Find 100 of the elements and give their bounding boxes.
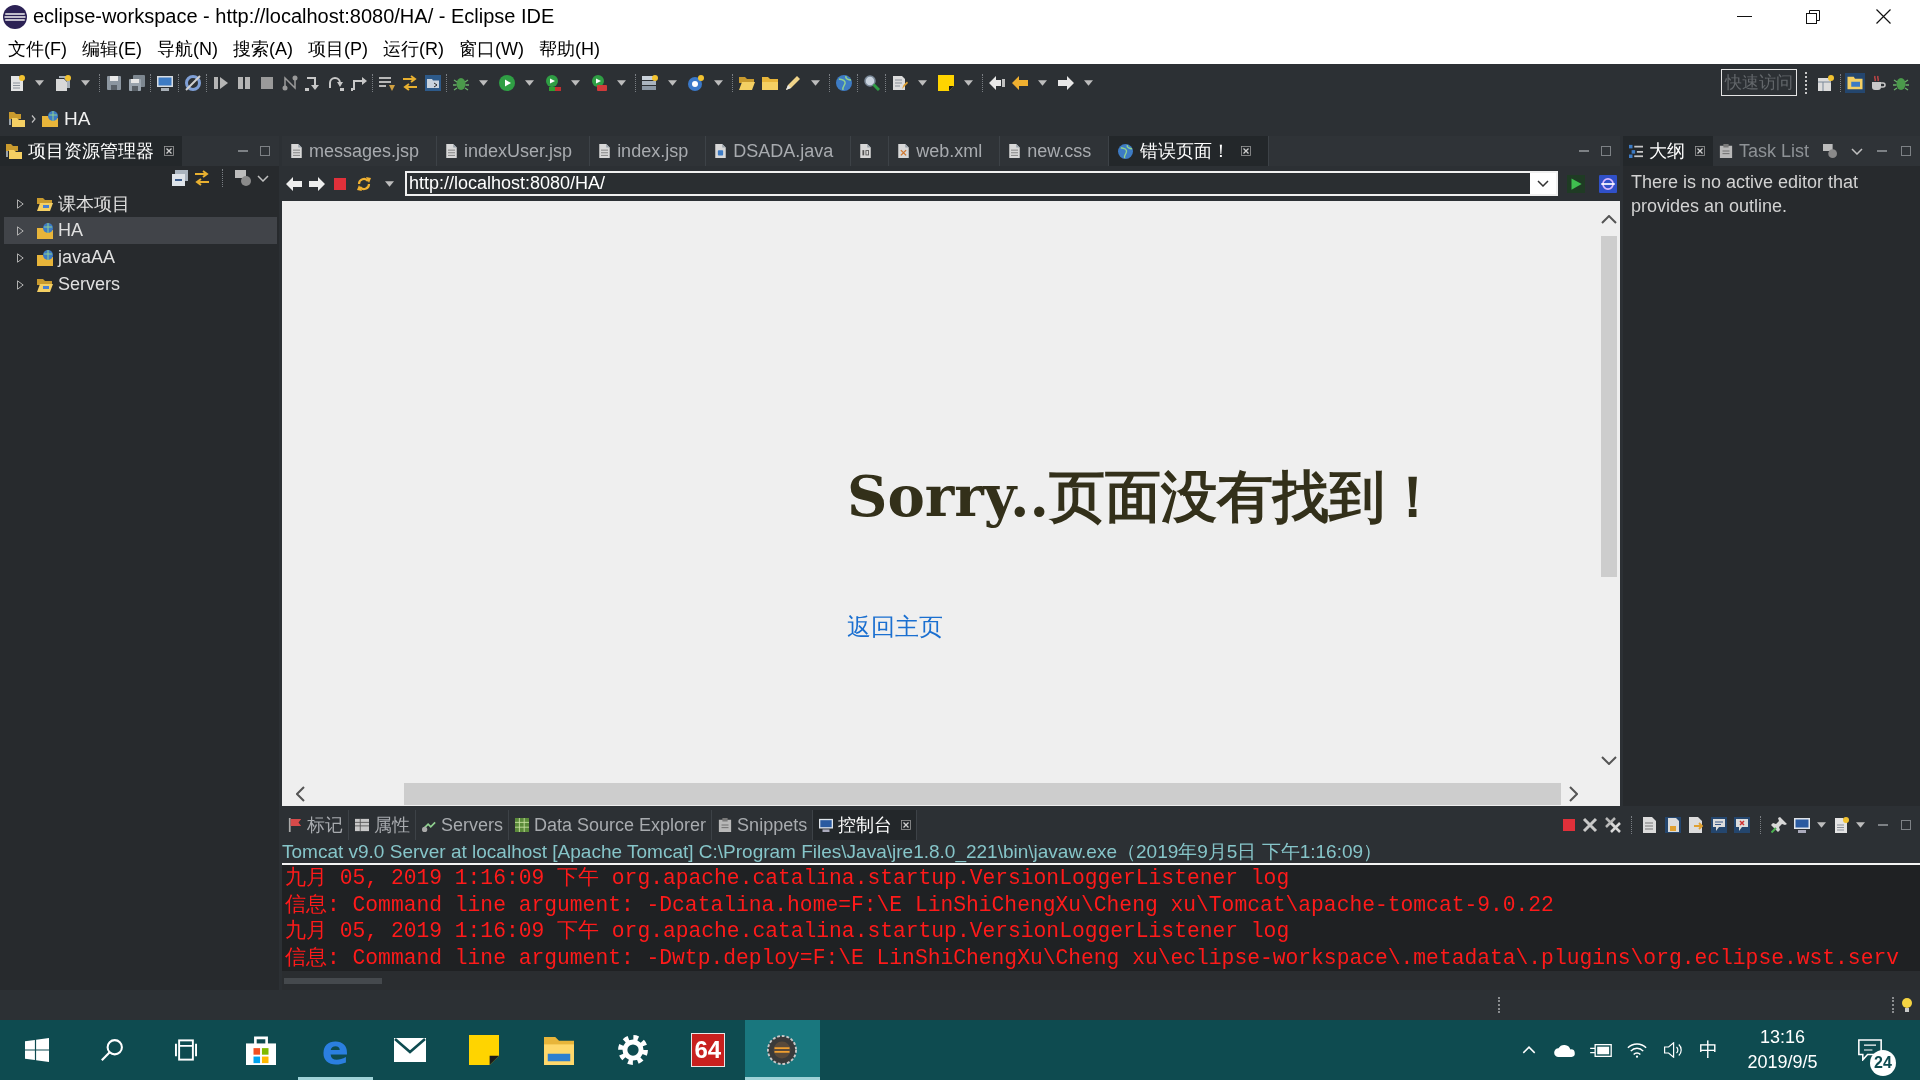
url-field[interactable]: http://localhost:8080/HA/ [405,171,1558,196]
maximize-icon[interactable] [1601,146,1611,156]
view-tab[interactable]: Task List [1713,136,1818,166]
document-square-icon[interactable] [1665,817,1681,833]
globe-icon[interactable] [835,74,852,91]
scrollbar-thumb[interactable] [1601,236,1617,577]
step-arrow-icon[interactable] [327,74,344,91]
close-icon[interactable] [1876,9,1891,24]
play-bar-icon[interactable] [212,74,229,91]
folder-stack-icon[interactable] [1844,72,1865,93]
folder-icon[interactable] [738,74,755,91]
caret-icon[interactable] [918,79,927,86]
caret-icon[interactable] [525,79,534,86]
chevron-up-icon[interactable] [1601,215,1617,224]
caret-right-icon[interactable] [17,252,24,263]
lightbulb-icon[interactable] [1902,998,1912,1012]
pause-icon[interactable] [235,74,252,91]
menu-item[interactable]: 搜索(A) [233,36,293,61]
arrow-right-icon[interactable] [309,176,325,191]
close-icon[interactable] [901,820,912,830]
document-pen-icon[interactable] [891,74,908,91]
magnifier-icon[interactable] [863,74,880,91]
speech-bubble-icon[interactable] [1711,817,1727,833]
swap-arrows-icon[interactable] [401,74,418,91]
cup-icon[interactable] [1870,74,1886,91]
shapes-icon[interactable] [235,170,251,186]
caret-icon[interactable] [81,79,90,86]
close-icon[interactable] [1695,146,1705,156]
play-circle-box-icon[interactable] [590,74,607,91]
pin-icon[interactable] [1771,817,1787,833]
caret-icon[interactable] [1856,822,1865,828]
arrow-right-icon[interactable] [1057,74,1074,91]
menu-item[interactable]: 运行(R) [383,36,444,61]
document-icon[interactable] [1642,817,1658,833]
play-circle-icon[interactable] [498,74,515,91]
monitor-icon[interactable] [1794,817,1810,833]
vertical-scrollbar[interactable] [1598,201,1620,806]
caret-icon[interactable] [571,79,580,86]
speech-bubble-cross-icon[interactable] [1734,817,1750,833]
cloud-icon[interactable] [1554,1043,1576,1057]
folder-stack-icon[interactable] [9,110,25,127]
caret-right-icon[interactable] [17,198,24,209]
view-tab[interactable]: 大纲 [1623,136,1713,166]
menu-item[interactable]: 文件(F) [8,36,67,61]
wifi-icon[interactable] [1627,1042,1647,1058]
orbit-icon[interactable] [1599,174,1617,193]
document-arrow-icon[interactable] [1688,817,1704,833]
caret-right-icon[interactable] [17,225,24,236]
tree-item[interactable]: 课本项目 [4,190,277,217]
editor-tab[interactable]: index.jsp [590,136,707,166]
battery-icon[interactable] [1590,1043,1612,1057]
task-view-icon[interactable] [175,1039,198,1061]
maximize-icon[interactable] [1901,820,1911,830]
stop-icon[interactable] [334,177,346,190]
menu-item[interactable]: 导航(N) [157,36,218,61]
chevron-down-icon[interactable] [257,174,269,182]
arrow-left-icon[interactable] [1011,74,1028,91]
folder-icon[interactable] [761,74,778,91]
caret-icon[interactable] [35,79,44,86]
view-tab[interactable]: 项目资源管理器 [0,136,182,166]
menu-item[interactable]: 窗口(W) [459,36,524,61]
arrow-left-icon[interactable] [286,176,302,191]
editor-tab[interactable]: DSADA.java [706,136,852,166]
clock-date[interactable]: 2019/9/5 [1747,1050,1818,1075]
caret-icon[interactable] [811,79,820,86]
search-icon[interactable] [100,1039,123,1061]
tree-item[interactable]: HA [4,217,277,244]
clock-time[interactable]: 13:16 [1759,1025,1805,1050]
step-arrow-icon[interactable] [350,74,367,91]
monitor-icon[interactable] [156,74,173,91]
menu-item[interactable]: 项目(P) [308,36,368,61]
view-tab[interactable]: Data Source Explorer [509,810,713,840]
caret-icon[interactable] [714,79,723,86]
play-icon[interactable] [1567,174,1585,193]
menu-item[interactable]: 帮助(H) [538,36,600,61]
chevron-left-icon[interactable] [296,785,305,802]
caret-icon[interactable] [1084,79,1093,86]
chevron-right-icon[interactable] [1569,785,1578,802]
maximize-icon[interactable] [260,146,270,156]
speaker-icon[interactable] [1663,1042,1683,1058]
menu-item[interactable]: 编辑(E) [82,36,142,61]
input-method-indicator[interactable]: 中 [1698,1037,1718,1063]
server-icon[interactable] [641,74,658,91]
step-arrow-icon[interactable] [304,74,321,91]
maximize-icon[interactable] [1901,146,1911,156]
view-tab[interactable]: 标记 [282,810,349,840]
new-document-icon[interactable] [8,74,25,91]
scrollbar-thumb[interactable] [404,782,1561,805]
caret-icon[interactable] [1817,822,1826,828]
cross-icon[interactable] [1582,817,1598,833]
chevron-down-icon[interactable] [1601,756,1617,765]
floppy-disks-icon[interactable] [128,74,145,91]
tree-item[interactable]: javaAA [4,244,277,271]
play-circle-bar-icon[interactable] [544,74,561,91]
sticky-note-icon[interactable] [937,74,954,91]
document-stack-icon[interactable] [54,74,71,91]
close-icon[interactable] [1241,146,1252,156]
caret-right-icon[interactable] [17,279,24,290]
restore-icon[interactable] [1806,9,1820,24]
editor-tab[interactable]: web.xml [889,136,1001,166]
